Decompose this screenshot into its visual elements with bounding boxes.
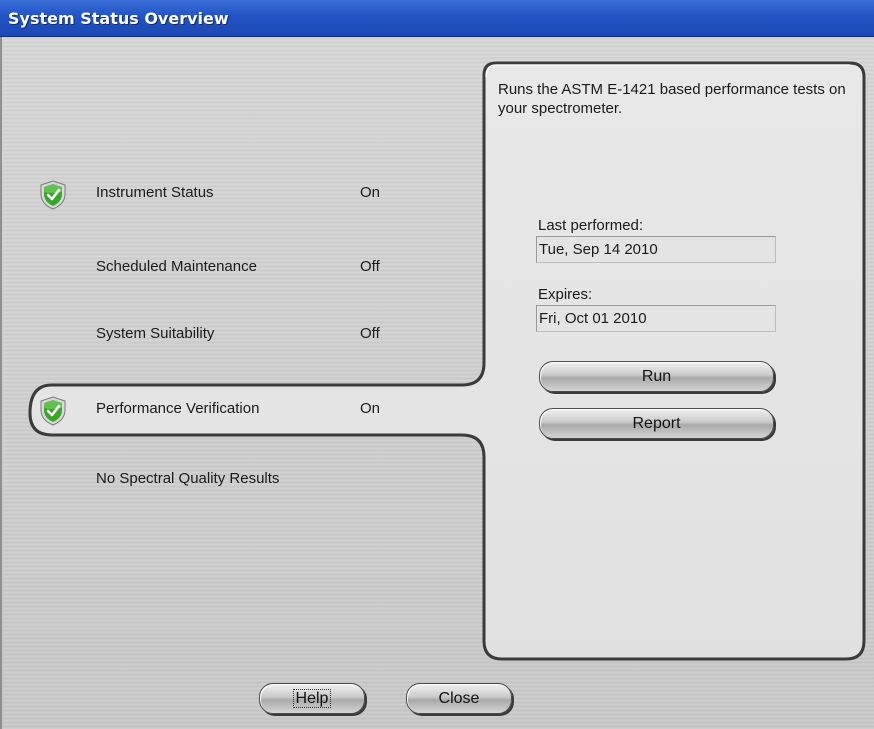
- status-label: Instrument Status: [96, 184, 214, 201]
- status-row-scheduled-maintenance[interactable]: Scheduled Maintenance Off: [0, 248, 470, 288]
- detail-description: Runs the ASTM E-1421 based performance t…: [498, 81, 846, 117]
- window-title: System Status Overview: [8, 9, 229, 28]
- run-button[interactable]: Run: [539, 361, 774, 392]
- status-value: Off: [360, 258, 380, 275]
- green-check-shield-icon: [40, 396, 66, 426]
- help-button-label: Help: [292, 689, 332, 708]
- expires-label: Expires:: [538, 286, 593, 303]
- last-performed-label: Last performed:: [538, 217, 644, 234]
- green-check-shield-icon: [40, 180, 66, 210]
- last-performed-field: Tue, Sep 14 2010: [536, 236, 776, 263]
- expires-field: Fri, Oct 01 2010: [536, 305, 776, 332]
- close-button[interactable]: Close: [406, 683, 512, 714]
- status-label: System Suitability: [96, 325, 215, 342]
- status-value: On: [360, 400, 381, 417]
- status-label: Scheduled Maintenance: [96, 258, 257, 275]
- title-bar: System Status Overview: [0, 0, 874, 37]
- status-label: Performance Verification: [96, 400, 260, 417]
- status-row-instrument[interactable]: Instrument Status On: [0, 174, 470, 214]
- report-button[interactable]: Report: [539, 408, 774, 439]
- status-row-system-suitability[interactable]: System Suitability Off: [0, 315, 470, 355]
- help-button[interactable]: Help: [259, 683, 365, 714]
- status-value: Off: [360, 325, 380, 342]
- status-row-performance-verification[interactable]: Performance Verification On: [0, 390, 470, 430]
- no-spectral-quality-results-text: No Spectral Quality Results: [96, 470, 280, 487]
- status-value: On: [360, 184, 381, 201]
